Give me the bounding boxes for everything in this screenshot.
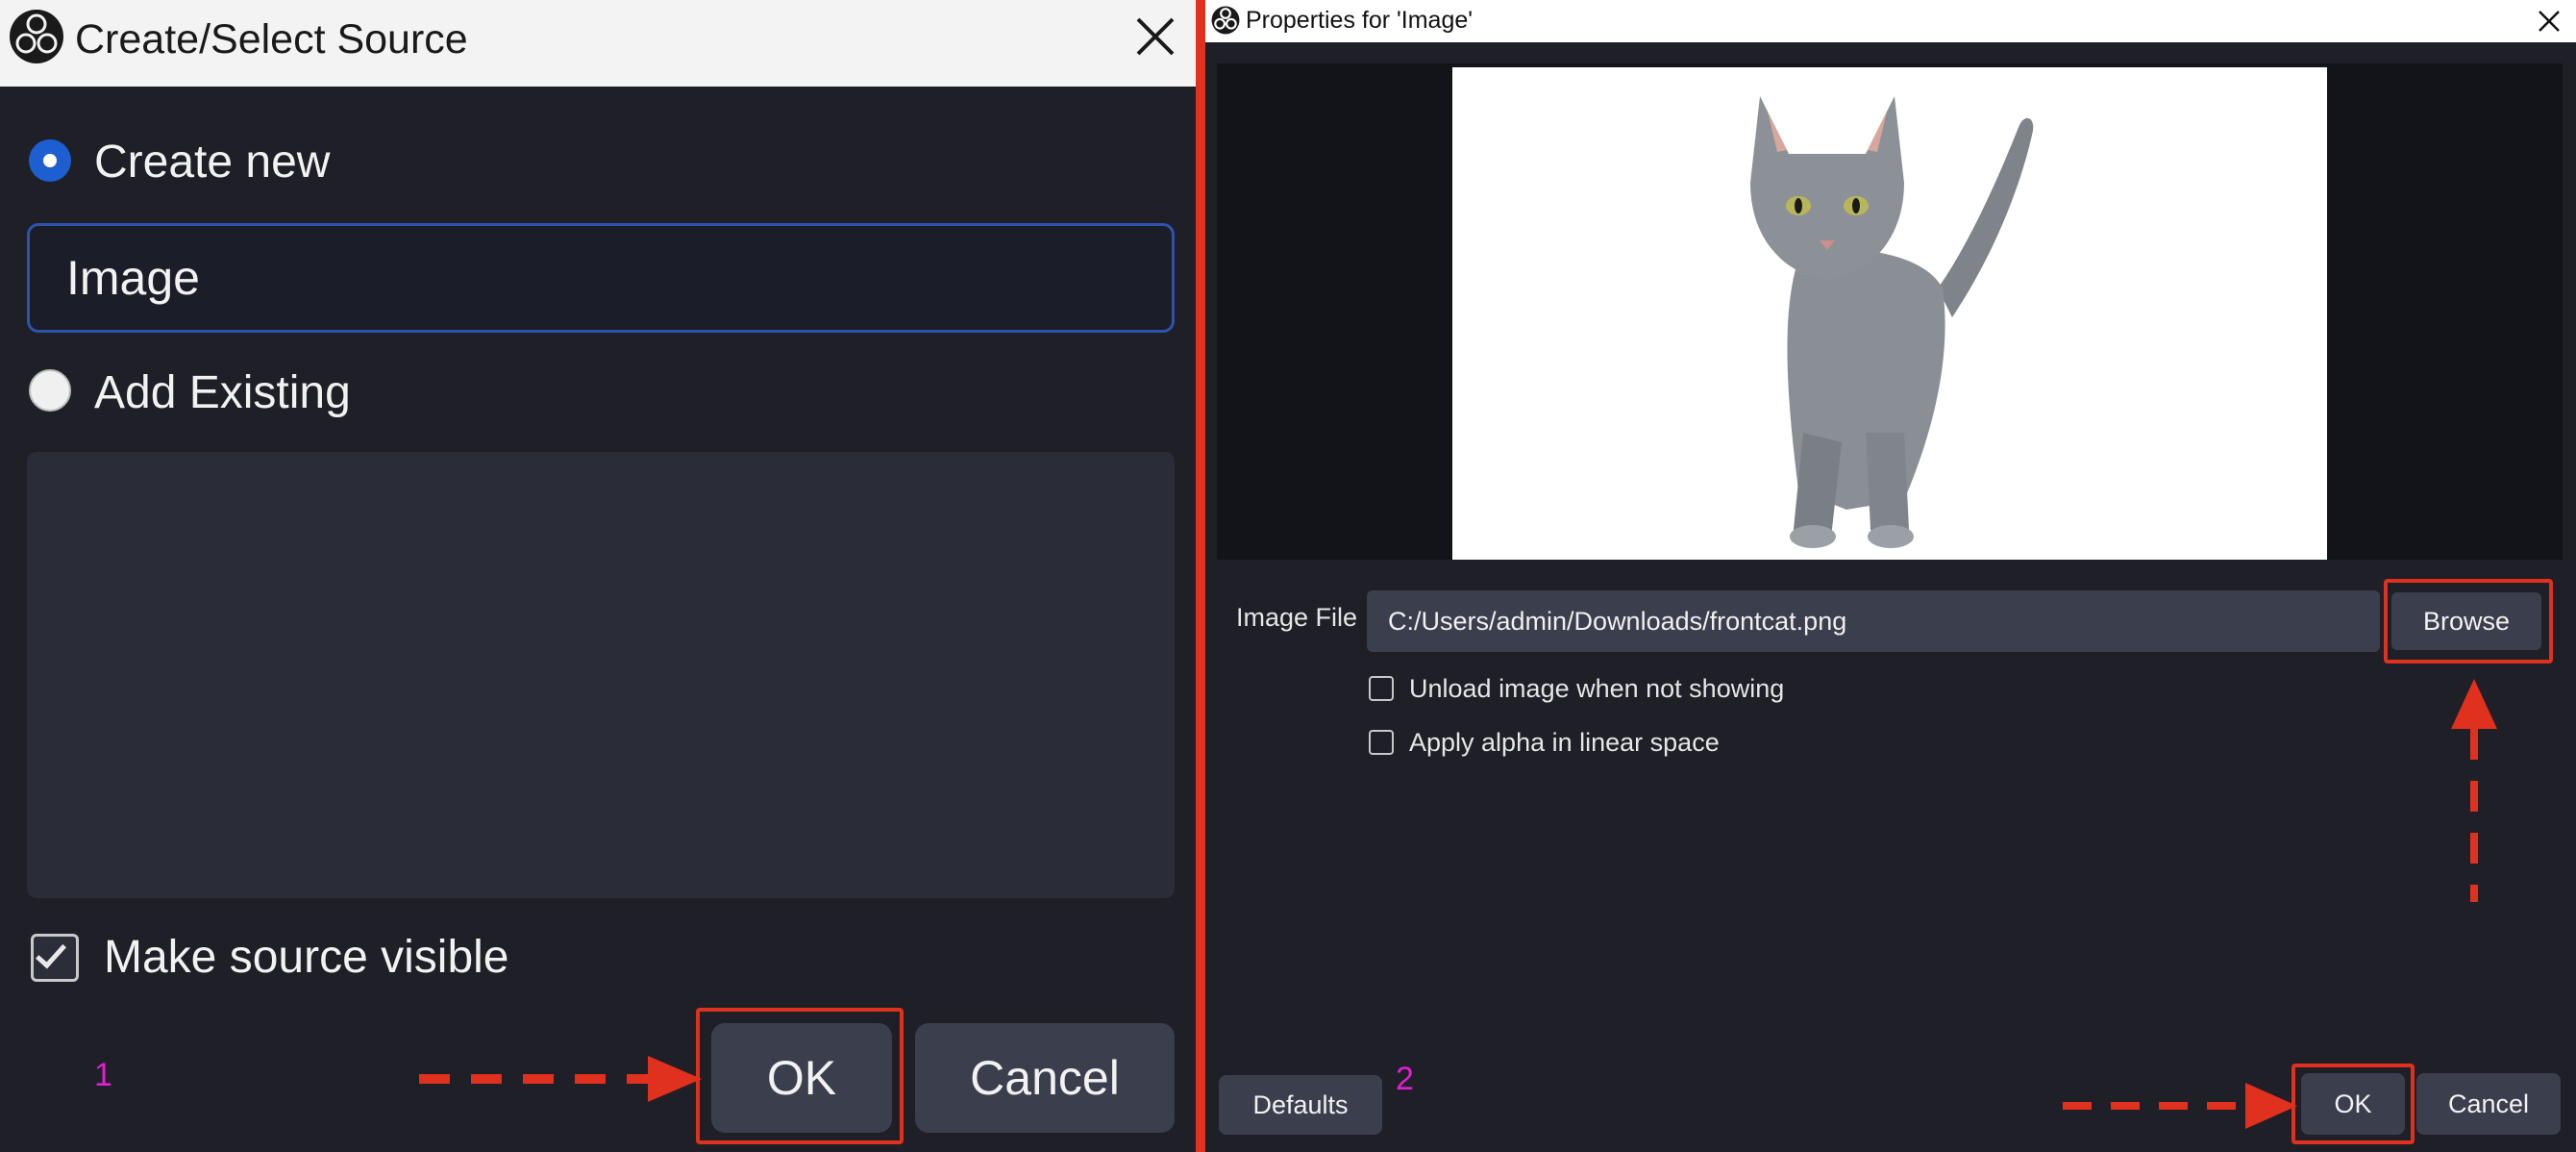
- apply-alpha-label: Apply alpha in linear space: [1409, 728, 1720, 757]
- add-existing-label: Add Existing: [94, 367, 351, 418]
- obs-logo-icon: [1211, 6, 1240, 35]
- checkmark-icon: [36, 937, 66, 969]
- add-existing-radio[interactable]: [29, 369, 71, 412]
- make-visible-label: Make source visible: [104, 932, 509, 983]
- defaults-button[interactable]: Defaults: [1219, 1075, 1382, 1135]
- apply-alpha-checkbox[interactable]: [1369, 730, 1394, 755]
- dialog-title: Properties for 'Image': [1246, 7, 1474, 34]
- create-new-label: Create new: [94, 137, 331, 188]
- unload-image-checkbox[interactable]: [1369, 676, 1394, 701]
- source-name-input[interactable]: [27, 223, 1175, 333]
- close-icon[interactable]: [1130, 12, 1180, 62]
- cat-image-preview: [1452, 67, 2327, 560]
- ok-highlight-box: [2291, 1064, 2415, 1144]
- dashed-arrow-icon: [2451, 679, 2497, 902]
- cancel-button[interactable]: Cancel: [915, 1023, 1175, 1133]
- dashed-arrow-icon: [2063, 1083, 2297, 1129]
- dashed-arrow-icon: [419, 1056, 702, 1102]
- image-file-path-input[interactable]: [1367, 590, 2380, 652]
- create-new-radio[interactable]: [29, 139, 71, 182]
- close-icon[interactable]: [2534, 6, 2564, 37]
- ok-highlight-box: [696, 1008, 904, 1144]
- unload-image-label: Unload image when not showing: [1409, 674, 1785, 703]
- dialog-title: Create/Select Source: [75, 16, 468, 63]
- cancel-button[interactable]: Cancel: [2416, 1073, 2561, 1135]
- step-number-2: 2: [1396, 1061, 1414, 1097]
- obs-logo-icon: [10, 10, 63, 63]
- image-file-label: Image File: [1236, 603, 1358, 632]
- browse-highlight-box: [2384, 579, 2553, 664]
- make-visible-checkbox[interactable]: [31, 934, 79, 982]
- step-number-1: 1: [94, 1057, 112, 1093]
- existing-sources-list[interactable]: [27, 452, 1175, 898]
- panel-divider: [1196, 0, 1205, 1152]
